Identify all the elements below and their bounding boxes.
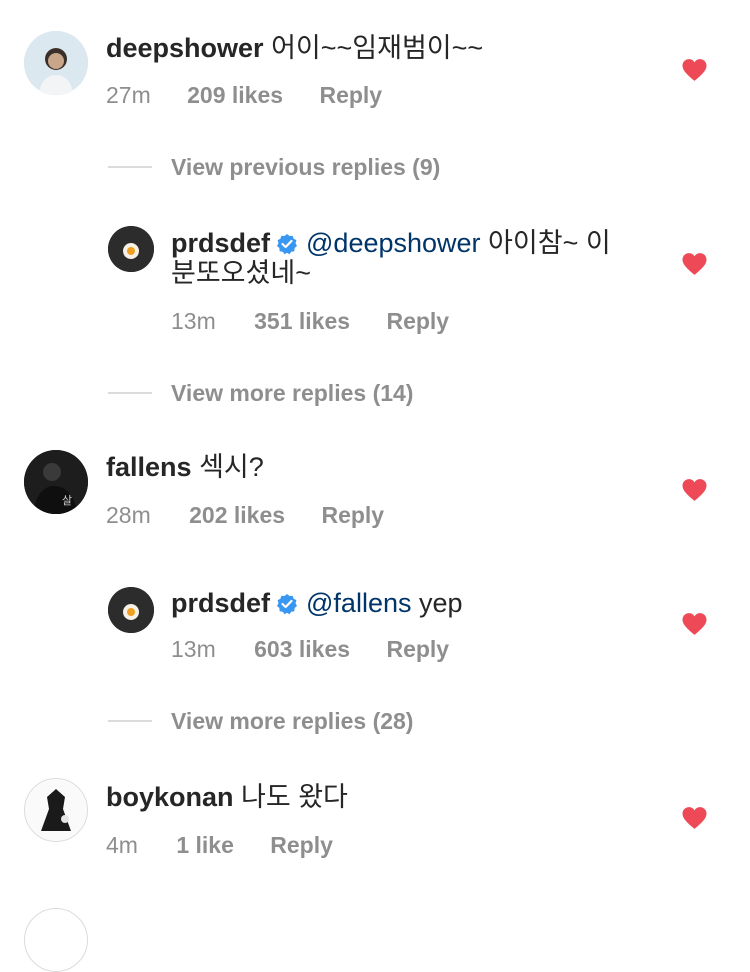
likes-count[interactable]: 209 likes xyxy=(187,82,283,108)
username[interactable]: prdsdef xyxy=(171,588,270,618)
reply-button[interactable]: Reply xyxy=(386,636,449,662)
reply-body-line2: 분또오셨네~ xyxy=(171,258,311,288)
timestamp: 13m xyxy=(171,636,216,662)
reply-text: prdsdef @deepshower 아이참~ 이 분또오셨네~ xyxy=(171,228,641,288)
reply-body-line1: 아이참~ 이 xyxy=(488,228,611,258)
avatar-prdsdef[interactable] xyxy=(108,587,154,633)
timestamp: 28m xyxy=(106,502,151,528)
avatar-deepshower[interactable] xyxy=(24,31,88,95)
comment-body: 섹시? xyxy=(199,452,264,482)
likes-count[interactable]: 1 like xyxy=(176,832,234,858)
reply-button[interactable]: Reply xyxy=(321,502,384,528)
comment-text: boykonan 나도 왔다 xyxy=(106,782,348,812)
view-more-replies-button[interactable]: View more replies (14) xyxy=(171,380,413,407)
replies-divider xyxy=(108,166,152,168)
reply-meta: 13m 351 likes Reply xyxy=(171,308,449,335)
mention-link[interactable]: @deepshower xyxy=(306,228,481,258)
heart-icon[interactable] xyxy=(681,478,708,502)
heart-icon[interactable] xyxy=(681,252,708,276)
verified-badge-icon xyxy=(277,234,298,255)
replies-divider xyxy=(108,720,152,722)
likes-count[interactable]: 202 likes xyxy=(189,502,285,528)
reply-button[interactable]: Reply xyxy=(386,308,449,334)
comment-meta: 28m 202 likes Reply xyxy=(106,502,384,529)
reply-meta: 13m 603 likes Reply xyxy=(171,636,449,663)
avatar-boykonan[interactable] xyxy=(24,778,88,842)
heart-icon[interactable] xyxy=(681,612,708,636)
avatar-next-comment[interactable] xyxy=(24,908,88,972)
avatar-prdsdef[interactable] xyxy=(108,226,154,272)
timestamp: 27m xyxy=(106,82,151,108)
reply-body: yep xyxy=(419,588,463,618)
likes-count[interactable]: 351 likes xyxy=(254,308,350,334)
replies-divider xyxy=(108,392,152,394)
comment-text: fallens 섹시? xyxy=(106,452,264,482)
reply-button[interactable]: Reply xyxy=(319,82,382,108)
comment-body: 어이~~임재범이~~ xyxy=(271,33,484,63)
heart-icon[interactable] xyxy=(681,58,708,82)
comment-meta: 27m 209 likes Reply xyxy=(106,82,382,109)
username[interactable]: fallens xyxy=(106,452,192,482)
heart-icon[interactable] xyxy=(681,806,708,830)
reply-text: prdsdef @fallens yep xyxy=(171,588,463,618)
comment-body: 나도 왔다 xyxy=(241,782,348,812)
comment-text: deepshower 어이~~임재범이~~ xyxy=(106,33,483,63)
username[interactable]: deepshower xyxy=(106,33,264,63)
reply-button[interactable]: Reply xyxy=(270,832,333,858)
comment-meta: 4m 1 like Reply xyxy=(106,832,333,859)
mention-link[interactable]: @fallens xyxy=(306,588,411,618)
timestamp: 13m xyxy=(171,308,216,334)
username[interactable]: prdsdef xyxy=(171,228,270,258)
verified-badge-icon xyxy=(277,594,298,615)
likes-count[interactable]: 603 likes xyxy=(254,636,350,662)
avatar-fallens[interactable]: 살 xyxy=(24,450,88,514)
svg-text:살: 살 xyxy=(62,494,72,507)
timestamp: 4m xyxy=(106,832,138,858)
view-previous-replies-button[interactable]: View previous replies (9) xyxy=(171,154,440,181)
view-more-replies-button[interactable]: View more replies (28) xyxy=(171,708,413,735)
username[interactable]: boykonan xyxy=(106,782,234,812)
